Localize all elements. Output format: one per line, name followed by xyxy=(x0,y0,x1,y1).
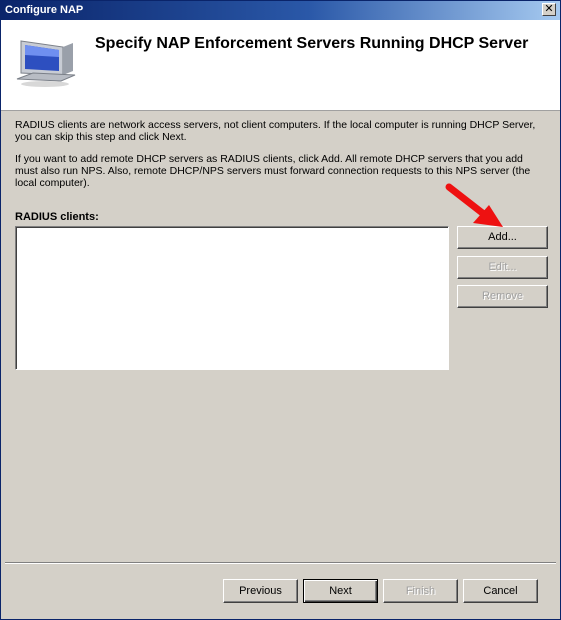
cancel-button[interactable]: Cancel xyxy=(463,579,538,603)
radius-clients-label: RADIUS clients: xyxy=(15,211,99,223)
radius-clients-list[interactable] xyxy=(15,226,449,370)
wizard-header: Specify NAP Enforcement Servers Running … xyxy=(1,20,560,111)
finish-button[interactable]: Finish xyxy=(383,579,458,603)
computer-monitor-icon xyxy=(16,40,76,87)
edit-button[interactable]: Edit... xyxy=(457,256,548,279)
window-title: Configure NAP xyxy=(5,4,84,16)
close-button[interactable]: ✕ xyxy=(542,3,556,16)
configure-nap-dialog: Configure NAP ✕ Specify NAP Enforcement … xyxy=(0,0,561,620)
title-bar[interactable]: Configure NAP ✕ xyxy=(1,1,560,20)
close-icon: ✕ xyxy=(544,3,554,15)
red-arrow-icon xyxy=(445,183,503,227)
footer-separator xyxy=(5,562,556,564)
previous-button[interactable]: Previous xyxy=(223,579,298,603)
next-button[interactable]: Next xyxy=(303,579,378,603)
remove-button[interactable]: Remove xyxy=(457,285,548,308)
page-title: Specify NAP Enforcement Servers Running … xyxy=(95,35,529,52)
description-paragraph-1: RADIUS clients are network access server… xyxy=(15,119,536,143)
